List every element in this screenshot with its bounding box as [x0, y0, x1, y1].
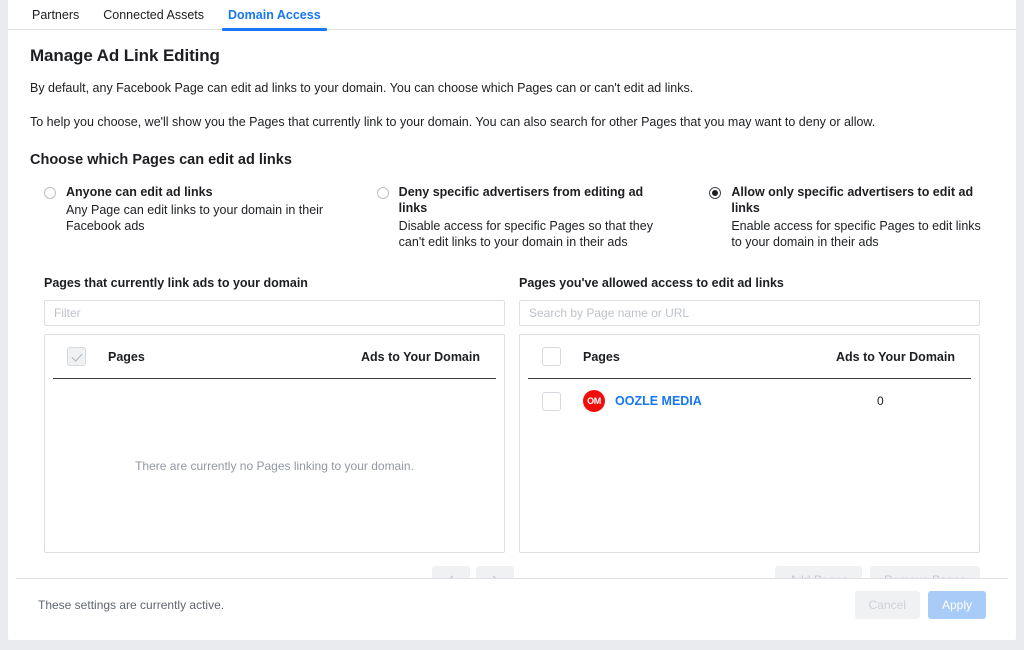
radio-allow-label: Allow only specific advertisers to edit … — [731, 185, 974, 215]
content-area: Manage Ad Link Editing By default, any F… — [8, 30, 1016, 595]
right-select-all-checkbox[interactable] — [542, 347, 561, 366]
right-panel-title: Pages you've allowed access to edit ad l… — [519, 276, 784, 290]
right-col-pages-header: Pages — [583, 349, 620, 364]
radio-anyone-label: Anyone can edit ad links — [66, 185, 213, 199]
radio-option-anyone[interactable]: Anyone can edit ad links Any Page can ed… — [44, 184, 329, 250]
right-col-ads-header: Ads to Your Domain — [836, 349, 955, 364]
tab-bar: Partners Connected Assets Domain Access — [8, 0, 1016, 31]
radio-anyone-indicator[interactable] — [44, 187, 56, 199]
left-empty-message: There are currently no Pages linking to … — [135, 458, 414, 473]
filter-input[interactable] — [44, 300, 505, 326]
page-title: Manage Ad Link Editing — [30, 46, 220, 65]
radio-allow-desc: Enable access for specific Pages to edit… — [731, 219, 981, 249]
tab-domain-access[interactable]: Domain Access — [216, 8, 333, 31]
table-row[interactable]: OM OOZLE MEDIA 0 — [528, 379, 971, 423]
left-panel: Pages that currently link ads to your do… — [44, 276, 505, 553]
radio-allow-texts: Allow only specific advertisers to edit … — [731, 184, 994, 250]
right-list-header: Pages Ads to Your Domain — [528, 335, 971, 379]
radio-option-deny[interactable]: Deny specific advertisers from editing a… — [376, 184, 662, 250]
left-list-header: Pages Ads to Your Domain — [53, 335, 496, 379]
radio-deny-desc: Disable access for specific Pages so tha… — [398, 219, 653, 249]
radio-allow-indicator[interactable] — [709, 187, 722, 199]
tab-list: Partners Connected Assets Domain Access — [20, 0, 1016, 31]
footer-bar: These settings are currently active. Can… — [16, 578, 1008, 630]
tab-partners[interactable]: Partners — [20, 8, 91, 30]
intro-paragraph-1: By default, any Facebook Page can edit a… — [30, 81, 694, 95]
radio-anyone-desc: Any Page can edit links to your domain i… — [66, 203, 324, 233]
cancel-button[interactable]: Cancel — [854, 590, 920, 619]
right-panel: Pages you've allowed access to edit ad l… — [519, 276, 980, 553]
right-list-box: Pages Ads to Your Domain OM OOZLE MEDIA … — [519, 334, 980, 553]
section-heading: Choose which Pages can edit ad links — [30, 152, 292, 168]
left-list-body: There are currently no Pages linking to … — [45, 379, 504, 552]
intro-paragraph-2: To help you choose, we'll show you the P… — [30, 115, 876, 129]
radio-anyone-texts: Anyone can edit ad links Any Page can ed… — [66, 184, 329, 234]
search-pages-input[interactable] — [519, 300, 980, 326]
radio-deny-label: Deny specific advertisers from editing a… — [398, 185, 644, 215]
footer-buttons: Cancel Apply — [854, 590, 986, 619]
tab-connected-assets[interactable]: Connected Assets — [91, 8, 216, 30]
left-select-all-checkbox[interactable] — [67, 347, 86, 366]
left-col-pages-header: Pages — [108, 349, 145, 364]
row-page-name[interactable]: OOZLE MEDIA — [605, 394, 871, 408]
radio-option-allow[interactable]: Allow only specific advertisers to edit … — [709, 184, 994, 250]
radio-group: Anyone can edit ad links Any Page can ed… — [30, 184, 994, 250]
apply-button[interactable]: Apply — [927, 590, 986, 619]
avatar: OM — [583, 390, 605, 412]
row-checkbox[interactable] — [542, 391, 561, 411]
left-col-ads-header: Ads to Your Domain — [361, 349, 480, 364]
left-panel-title: Pages that currently link ads to your do… — [44, 276, 308, 290]
left-list-box: Pages Ads to Your Domain There are curre… — [44, 334, 505, 553]
footer-status-note: These settings are currently active. — [38, 597, 225, 612]
radio-deny-indicator[interactable] — [376, 187, 389, 199]
panels-container: Pages that currently link ads to your do… — [30, 276, 994, 553]
radio-deny-texts: Deny specific advertisers from editing a… — [399, 184, 662, 250]
settings-card: Partners Connected Assets Domain Access … — [8, 0, 1016, 640]
page-root: Partners Connected Assets Domain Access … — [0, 0, 1024, 650]
right-list-body: OM OOZLE MEDIA 0 — [520, 379, 979, 552]
row-ads-count: 0 — [877, 394, 884, 408]
